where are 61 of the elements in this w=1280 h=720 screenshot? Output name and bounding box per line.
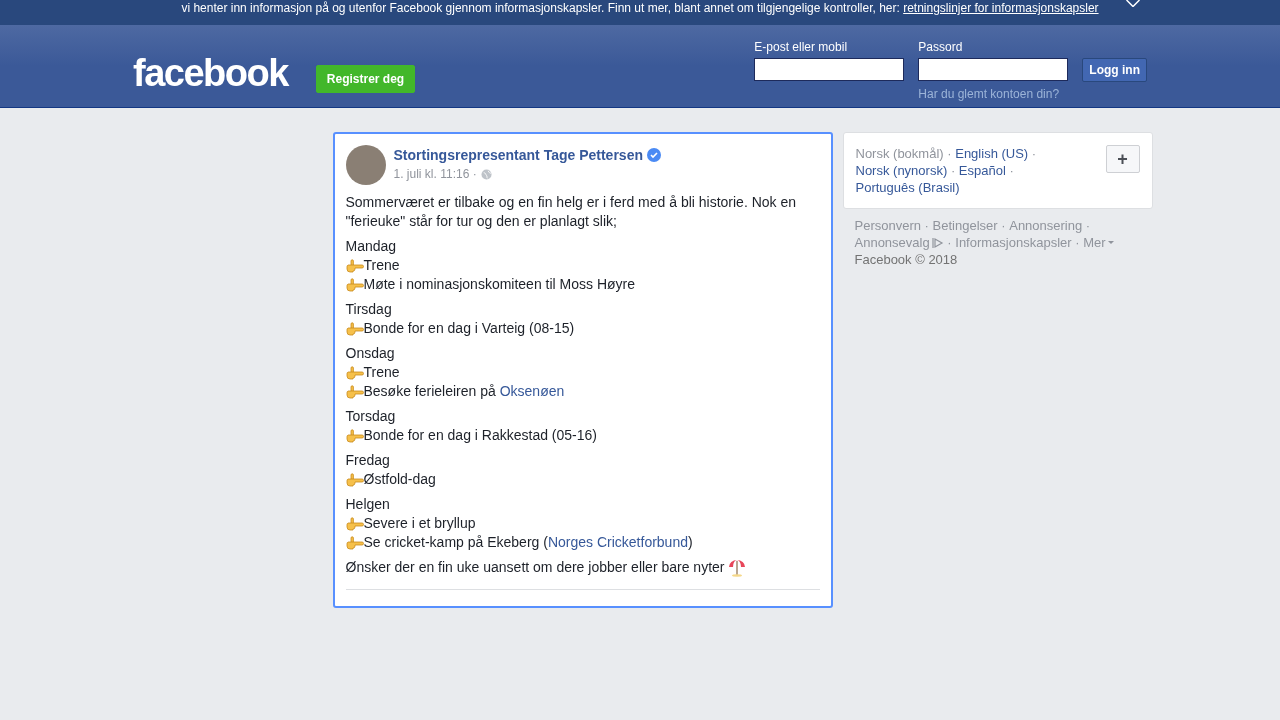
post-text: Sommerværet er tilbake og en fin helg er i ferd med å bli historie. Nok en "ferieuke" står for tur og den er planlagt slik;: [345, 193, 798, 231]
language-link[interactable]: English (US): [955, 146, 1029, 161]
page-link[interactable]: Oksenøen: [499, 383, 565, 399]
schedule-item: Bonde for en dag i Rakkestad (05-16): [363, 426, 597, 445]
language-link[interactable]: Norsk (nynorsk): [855, 163, 948, 178]
separator-dot: ·: [950, 163, 956, 178]
avatar-photo-placeholder[interactable]: [345, 145, 386, 185]
schedule-item: Trene: [363, 363, 400, 382]
logo[interactable]: facebook: [133, 51, 288, 95]
separator-dot: ·: [947, 146, 952, 161]
language-link[interactable]: Norsk (bokmål): [855, 146, 944, 161]
post-time[interactable]: 1. juli kl. 11:16 ·: [393, 167, 477, 181]
caret-icon: [1107, 240, 1114, 245]
forgot-account-link[interactable]: Har du glemt kontoen din?: [918, 87, 1069, 101]
pointing-hand-icon: [345, 320, 364, 337]
author-name[interactable]: Stortingsrepresentant Tage Pettersen: [393, 147, 661, 163]
pointing-hand-icon: [345, 471, 364, 488]
umbrella-icon: [728, 558, 747, 577]
email-input[interactable]: [754, 58, 905, 81]
schedule-item: Se cricket-kamp på Ekeberg (Norges Cricketforbund): [363, 533, 693, 552]
pointing-hand-icon: [345, 383, 364, 400]
schedule-item: Østfold-dag: [363, 470, 436, 489]
pointing-hand-icon: [345, 364, 364, 381]
language-link[interactable]: Português (Brasil): [855, 180, 960, 195]
separator-dot: ·: [1009, 163, 1014, 178]
schedule-item: Bonde for en dag i Varteig (08-15): [363, 319, 575, 338]
adchoices-icon: [931, 236, 944, 249]
schedule-item: Severe i et bryllup: [363, 514, 476, 533]
language-link[interactable]: Español: [958, 163, 1006, 178]
add-language-button[interactable]: +: [1105, 145, 1140, 173]
schedule-item: Trene: [363, 256, 400, 275]
copyright: Facebook © 2018: [854, 251, 959, 268]
globe-icon: [480, 168, 492, 180]
separator-dot: ·: [924, 218, 929, 233]
pointing-hand-icon: [345, 534, 364, 551]
pointing-hand-icon: [345, 515, 364, 532]
email-label: E-post eller mobil: [754, 39, 849, 55]
login-button[interactable]: Logg inn: [1082, 58, 1147, 82]
pointing-hand-icon: [345, 427, 364, 444]
day-heading: Tirsdag: [345, 300, 393, 319]
day-heading: Torsdag: [345, 407, 397, 426]
password-input[interactable]: [918, 58, 1069, 81]
separator-dot: ·: [1031, 146, 1037, 161]
page-link[interactable]: Norges Cricketforbund: [547, 534, 688, 550]
pointing-hand-icon: [345, 257, 364, 274]
schedule-item: Besøke ferieleiren på Oksenøen: [363, 382, 565, 401]
closing-text: Ønsker der en fin uke uansett om dere jobber eller bare nyter: [345, 558, 725, 577]
separator-dot: ·: [947, 235, 952, 250]
separator-dot: ·: [1001, 218, 1006, 233]
schedule-item: Møte i nominasjonskomiteen til Moss Høyre: [363, 275, 636, 294]
day-heading: Mandag: [345, 237, 398, 256]
separator-dot: ·: [1075, 235, 1080, 250]
cookie-notice: vi henter inn informasjon på og utenfor Facebook gjennom informasjonskapsler. Finn ut mer, blant annet om tilgjengelige kontroller, her: retningslinjer for informasjonskapsler: [181, 1, 1099, 17]
password-label: Passord: [918, 39, 964, 55]
close-icon[interactable]: [1126, 0, 1140, 7]
cookie-policy-link[interactable]: retningslinjer for informasjonskapsler: [903, 1, 1099, 15]
day-heading: Helgen: [345, 495, 391, 514]
day-heading: Onsdag: [345, 344, 396, 363]
separator-dot: ·: [1085, 218, 1091, 233]
day-heading: Fredag: [345, 451, 391, 470]
pointing-hand-icon: [345, 276, 364, 293]
